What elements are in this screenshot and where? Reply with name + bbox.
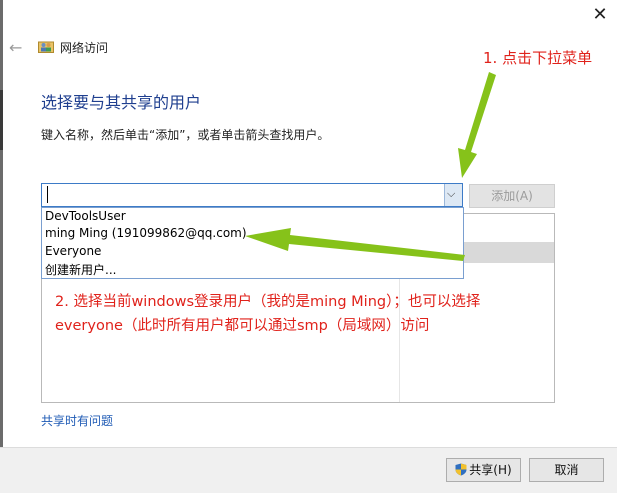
background-window-edge-dark	[0, 90, 3, 150]
arrow-to-dropdown	[458, 72, 496, 178]
cancel-button[interactable]: 取消	[529, 458, 604, 482]
dialog-footer	[0, 447, 617, 493]
dropdown-item-create-user[interactable]: 创建新用户...	[45, 261, 116, 278]
background-window-edge	[0, 0, 3, 493]
breadcrumb-title: 网络访问	[60, 41, 109, 55]
back-arrow-icon[interactable]: ←	[9, 38, 22, 57]
user-dropdown-list[interactable]: DevToolsUser ming Ming (191099862@qq.com…	[41, 207, 464, 279]
network-users-icon	[38, 41, 54, 53]
dropdown-item-ming[interactable]: ming Ming (191099862@qq.com)	[45, 226, 247, 240]
user-name-combobox[interactable]	[41, 183, 463, 207]
instruction-text: 键入名称，然后单击“添加”，或者单击箭头查找用户。	[41, 128, 330, 142]
add-button[interactable]: 添加(A)	[469, 184, 555, 208]
sharing-help-link[interactable]: 共享时有问题	[41, 412, 113, 429]
dropdown-chevron-icon[interactable]: ⌵	[447, 187, 455, 201]
annotation-step2: 2. 选择当前windows登录用户（我的是ming Ming）；也可以选择ev…	[55, 294, 481, 334]
annotation-step1: 1. 点击下拉菜单	[483, 49, 593, 67]
uac-shield-icon	[455, 463, 467, 476]
list-selected-row[interactable]	[463, 242, 554, 263]
share-button-label: 共享(H)	[469, 463, 512, 477]
page-title: 选择要与其共享的用户	[41, 93, 202, 112]
share-button[interactable]: 共享(H)	[446, 458, 521, 482]
close-icon[interactable]: ✕	[586, 2, 614, 28]
dropdown-item-devtoolsuser[interactable]: DevToolsUser	[45, 209, 126, 223]
dropdown-item-everyone[interactable]: Everyone	[45, 244, 101, 258]
text-caret	[47, 186, 48, 203]
